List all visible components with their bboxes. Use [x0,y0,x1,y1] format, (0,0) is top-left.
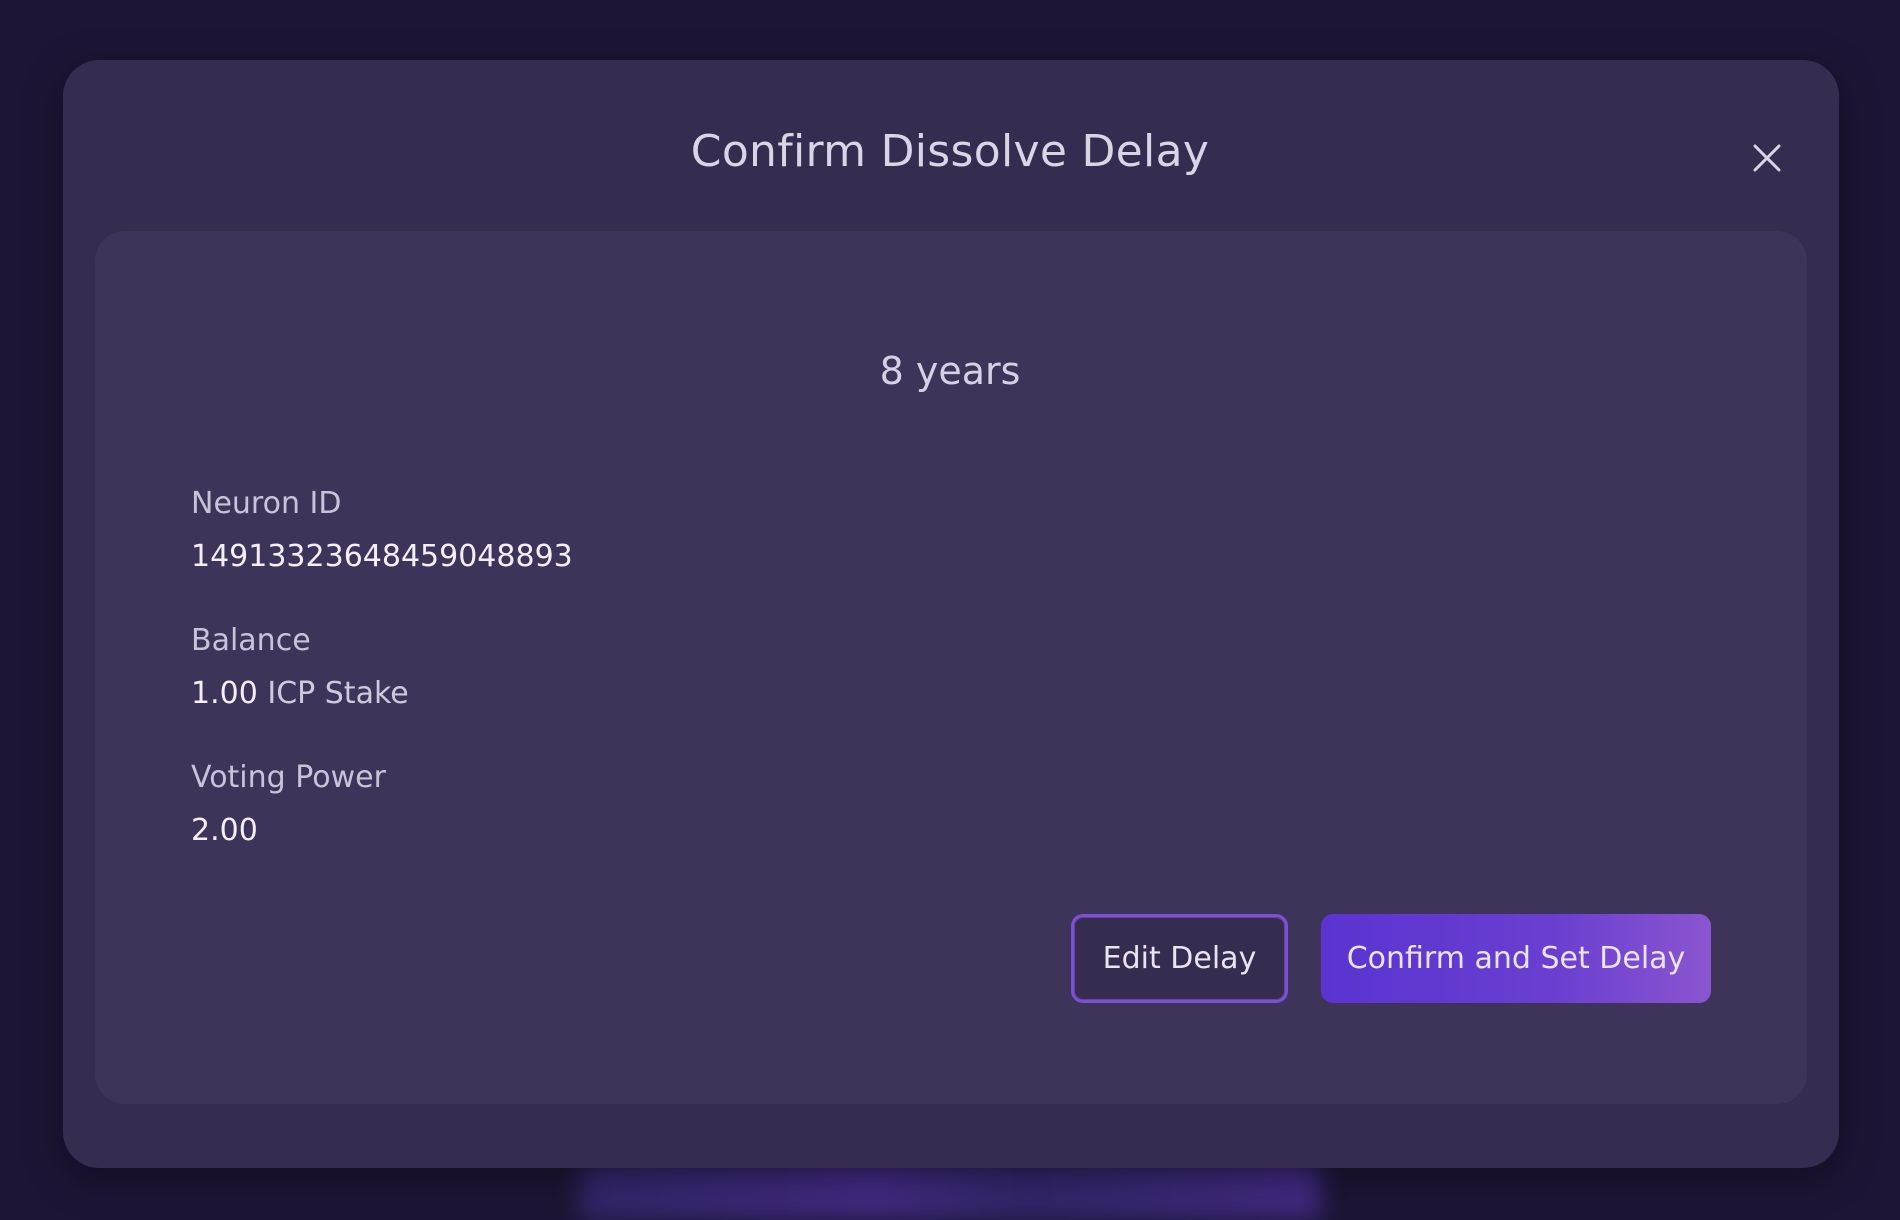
close-icon [1753,144,1781,172]
delay-value: 8 years [879,349,1021,393]
neuron-id-label: Neuron ID [191,486,342,521]
voting-power-value: 2.00 [191,813,258,848]
close-button[interactable] [1742,133,1792,183]
modal-title: Confirm Dissolve Delay [690,126,1210,177]
voting-power-label: Voting Power [191,760,386,795]
neuron-id-value: 14913323648459048893 [191,539,573,574]
background-buttons-glow [580,1160,1320,1220]
balance-unit: ICP Stake [267,676,409,711]
balance-label: Balance [191,623,311,658]
edit-delay-button[interactable]: Edit Delay [1071,914,1288,1003]
balance-value: 1.00 ICP Stake [191,674,409,714]
confirm-and-set-delay-button[interactable]: Confirm and Set Delay [1321,914,1711,1003]
balance-amount: 1.00 [191,676,258,711]
